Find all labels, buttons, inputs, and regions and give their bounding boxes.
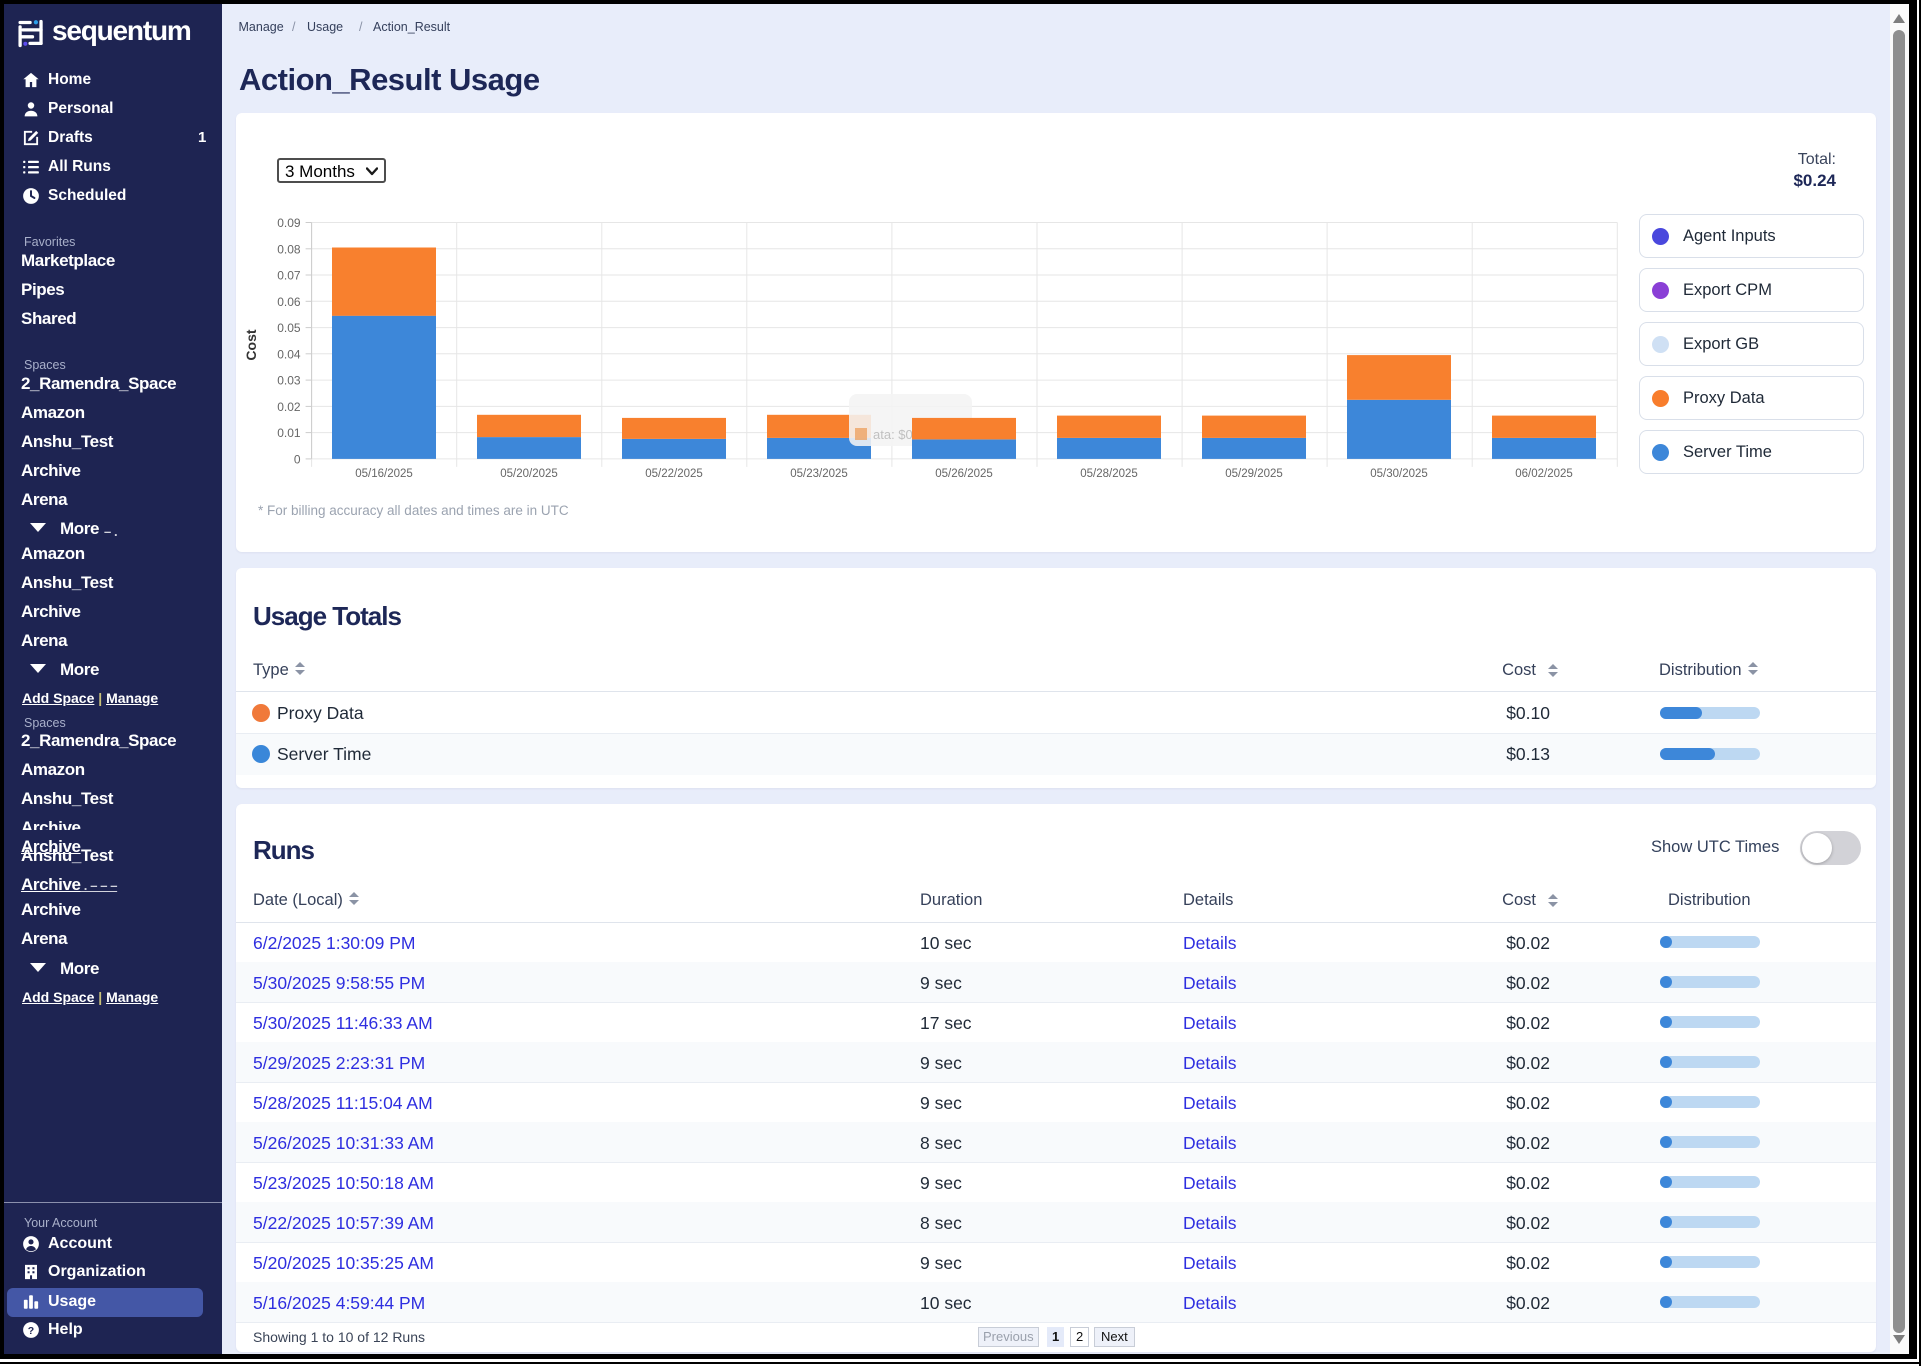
svg-text:05/16/2025: 05/16/2025: [355, 468, 413, 480]
svg-text:0.01: 0.01: [277, 426, 301, 440]
svg-text:0.07: 0.07: [277, 269, 301, 283]
svg-text:0.05: 0.05: [277, 321, 301, 335]
svg-text:05/30/2025: 05/30/2025: [1370, 468, 1428, 480]
svg-text:05/26/2025: 05/26/2025: [935, 468, 993, 480]
svg-text:0.08: 0.08: [277, 242, 301, 256]
svg-text:05/22/2025: 05/22/2025: [645, 468, 703, 480]
svg-text:0: 0: [294, 452, 301, 466]
svg-text:Cost: Cost: [243, 329, 259, 360]
svg-text:0.03: 0.03: [277, 374, 301, 388]
svg-text:05/29/2025: 05/29/2025: [1225, 468, 1283, 480]
svg-text:05/28/2025: 05/28/2025: [1080, 468, 1138, 480]
svg-text:05/20/2025: 05/20/2025: [500, 468, 558, 480]
svg-text:0.04: 0.04: [277, 347, 301, 361]
svg-text:0.09: 0.09: [277, 216, 301, 230]
svg-text:05/23/2025: 05/23/2025: [790, 468, 848, 480]
svg-text:?: ?: [28, 1325, 34, 1337]
svg-text:0.02: 0.02: [277, 400, 301, 414]
svg-text:0.06: 0.06: [277, 295, 301, 309]
svg-text:06/02/2025: 06/02/2025: [1515, 468, 1573, 480]
